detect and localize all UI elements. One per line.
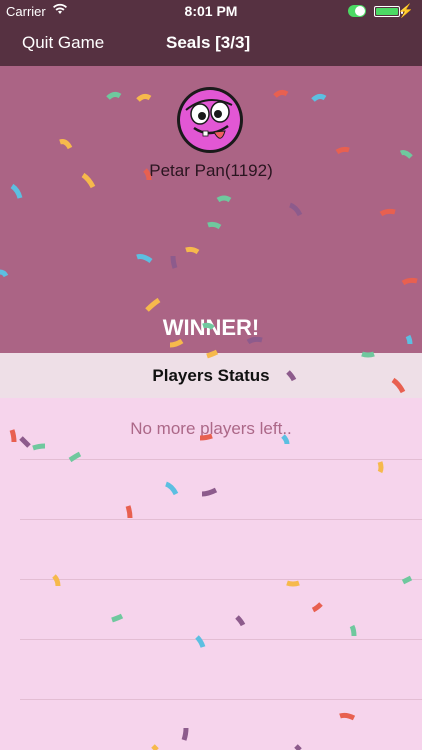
confetti-piece — [111, 613, 124, 623]
confetti-piece — [19, 436, 31, 448]
confetti-piece — [311, 602, 323, 613]
row-separator — [20, 459, 422, 460]
charging-bolt-icon: ⚡ — [397, 3, 414, 18]
row-separator — [20, 579, 422, 580]
empty-list-message: No more players left.. — [130, 419, 292, 438]
players-status-header: Players Status — [0, 353, 422, 398]
confetti-piece — [377, 461, 384, 474]
row-separator — [20, 639, 422, 640]
confetti-piece — [125, 505, 133, 519]
confetti-piece — [339, 712, 356, 721]
confetti-piece — [286, 580, 300, 587]
toggle-icon — [348, 5, 366, 17]
status-bar: Carrier 8:01 PM ⚡ — [0, 0, 422, 22]
confetti-piece — [32, 443, 46, 451]
confetti-piece — [52, 574, 61, 587]
quit-game-button[interactable]: Quit Game — [22, 33, 104, 53]
row-separator — [20, 699, 422, 700]
confetti-piece — [151, 744, 159, 750]
confetti-piece — [165, 481, 179, 496]
navigation-bar: Quit Game Seals [3/3] — [0, 22, 422, 66]
section-title: Players Status — [152, 366, 270, 385]
winner-player-name: Petar Pan(1192) — [149, 161, 273, 180]
pink-monster-avatar-icon — [177, 87, 243, 153]
confetti-piece — [201, 487, 218, 497]
row-separator — [20, 519, 422, 520]
page-title: Seals [3/3] — [166, 33, 251, 52]
confetti-piece — [349, 624, 357, 637]
battery-icon — [374, 6, 403, 17]
confetti-piece — [294, 744, 302, 750]
confetti-piece — [235, 615, 246, 627]
winner-panel: Petar Pan(1192) WINNER! — [0, 66, 422, 353]
winner-banner: WINNER! — [162, 315, 260, 340]
confetti-piece — [181, 727, 189, 741]
